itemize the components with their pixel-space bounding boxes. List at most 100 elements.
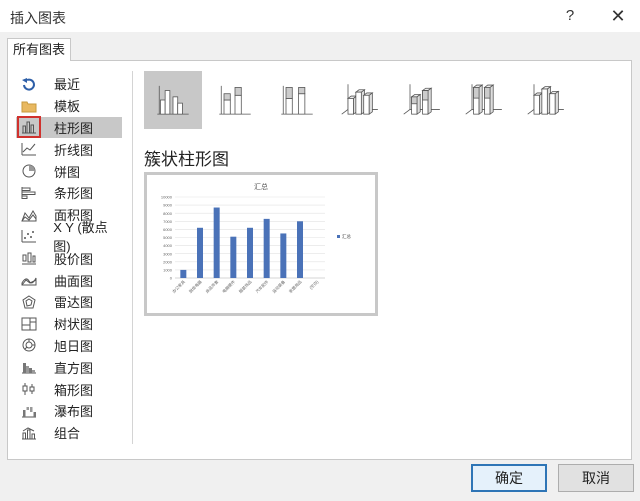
sidebar-item-label: 箱形图: [54, 382, 94, 398]
chart-bar: [280, 233, 287, 278]
sidebar-item-treemap-chart[interactable]: 树状图: [16, 313, 122, 335]
y-tick-label: 10000: [161, 195, 173, 200]
sidebar-item-scatter-chart[interactable]: X Y (散点图): [16, 220, 122, 254]
treemap-chart-icon: [20, 316, 38, 332]
y-tick-label: 3000: [163, 251, 173, 256]
sidebar-item-label: 树状图: [54, 317, 94, 333]
legend-swatch: [337, 235, 340, 238]
ok-button[interactable]: 确定: [471, 464, 547, 492]
clustered-column-icon[interactable]: [144, 71, 202, 129]
sidebar-item-label: 条形图: [54, 186, 94, 202]
box-whisker-chart-icon: [20, 381, 38, 397]
sidebar-item-column-chart[interactable]: 柱形图: [16, 116, 122, 139]
surface-chart-icon: [20, 272, 38, 288]
sidebar-item-label: 瀑布图: [54, 404, 94, 420]
folder-icon: [20, 98, 38, 114]
tab-all-charts[interactable]: 所有图表: [7, 38, 71, 61]
title-bar: 插入图表 ? ✕: [0, 0, 640, 32]
sidebar-item-label: 雷达图: [54, 295, 94, 311]
sunburst-chart-icon: [20, 337, 38, 353]
stacked-column-icon[interactable]: [206, 71, 264, 129]
x-tick-label: (空白): [308, 278, 320, 290]
y-tick-label: 2000: [163, 259, 173, 264]
3d-column-icon[interactable]: [516, 71, 574, 129]
chart-bar: [247, 227, 253, 278]
stock-chart-icon: [20, 250, 38, 266]
sidebar-item-box-whisker-chart[interactable]: 箱形图: [16, 378, 122, 400]
chart-type-list: 最近 模板 柱形图 折线图 饼图 条形图 面积图 X Y (散点图) 股价图 曲面图 雷达图 树状图旭…: [16, 73, 122, 444]
x-tick-label: 床品件套: [204, 278, 220, 294]
sidebar-item-histogram-chart[interactable]: 直方图: [16, 356, 122, 378]
scatter-chart-icon: [20, 228, 37, 244]
sidebar-item-label: 旭日图: [54, 338, 94, 354]
bar-chart-icon: [20, 185, 38, 201]
x-tick-label: 电脑硬件: [220, 278, 236, 294]
sidebar-item-combo-chart[interactable]: 组合: [16, 422, 122, 444]
sidebar-item-label: 最近: [54, 77, 81, 93]
y-tick-label: 9000: [163, 203, 173, 208]
y-tick-label: 6000: [163, 227, 173, 232]
sidebar-item-pie-chart[interactable]: 饼图: [16, 160, 122, 182]
y-tick-label: 7000: [163, 219, 173, 224]
x-tick-label: 汽车配件: [254, 278, 270, 294]
histogram-chart-icon: [20, 359, 38, 375]
sidebar-item-label: 股价图: [54, 251, 94, 267]
sidebar-item-label: 组合: [54, 426, 81, 442]
combo-chart-icon: [20, 425, 38, 441]
chart-bar: [263, 218, 270, 278]
sidebar-item-sunburst-chart[interactable]: 旭日图: [16, 335, 122, 357]
chart-bar: [230, 236, 237, 278]
100-stacked-column-icon[interactable]: [268, 71, 326, 129]
area-chart-icon: [20, 207, 38, 223]
recent-icon: [20, 76, 38, 92]
sidebar-item-line-chart[interactable]: 折线图: [16, 138, 122, 160]
line-chart-icon: [20, 141, 38, 157]
legend-label: 汇总: [342, 233, 351, 240]
chart-title: 汇总: [254, 182, 268, 191]
3d-100-stacked-column-icon[interactable]: [454, 71, 512, 129]
y-tick-label: 0: [170, 276, 173, 281]
waterfall-chart-icon: [20, 403, 38, 419]
cancel-button[interactable]: 取消: [558, 464, 634, 492]
close-button[interactable]: ✕: [604, 4, 632, 28]
chart-panel: 最近 模板 柱形图 折线图 饼图 条形图 面积图 X Y (散点图) 股价图 曲面图 雷达图 树状图旭…: [7, 60, 632, 460]
sidebar-item-label: 模板: [54, 99, 81, 115]
x-tick-label: 服装饰品: [237, 278, 253, 294]
help-button[interactable]: ?: [556, 4, 584, 28]
sidebar-item-label: 曲面图: [54, 273, 94, 289]
sidebar-item-stock-chart[interactable]: 股价图: [16, 247, 122, 269]
chart-bar: [197, 227, 203, 278]
radar-chart-icon: [20, 294, 38, 310]
sidebar-item-label: 柱形图: [54, 120, 94, 136]
sidebar-item-label: 直方图: [54, 360, 94, 376]
x-tick-label: 家居用品: [287, 278, 303, 294]
y-tick-label: 8000: [163, 211, 173, 216]
chart-preview-svg: 汇总 0 1000 2000 3000 4000 5000 6000 7000 8000 9000 1…: [161, 182, 352, 294]
3d-stacked-column-icon[interactable]: [392, 71, 450, 129]
y-tick-label: 1000: [163, 268, 173, 273]
chart-bar: [180, 269, 187, 278]
chart-bar: [213, 207, 220, 278]
x-tick-label: 办公家具: [170, 278, 186, 294]
chart-subtype-row: [144, 71, 574, 131]
column-chart-icon: [17, 116, 41, 139]
x-tick-label: 运动装备: [270, 278, 286, 294]
sidebar-item-waterfall-chart[interactable]: 瀑布图: [16, 400, 122, 422]
y-tick-label: 4000: [163, 243, 173, 248]
pie-chart-icon: [20, 163, 38, 179]
y-tick-label: 5000: [163, 235, 173, 240]
sidebar-item-folder[interactable]: 模板: [16, 95, 122, 117]
sidebar-item-recent[interactable]: 最近: [16, 73, 122, 95]
sidebar-item-radar-chart[interactable]: 雷达图: [16, 291, 122, 313]
sidebar-item-label: 饼图: [54, 164, 81, 180]
divider: [132, 71, 133, 444]
x-tick-label: 厨房电器: [187, 278, 203, 294]
sidebar-item-bar-chart[interactable]: 条形图: [16, 182, 122, 204]
sidebar-item-surface-chart[interactable]: 曲面图: [16, 269, 122, 291]
subtype-title: 簇状柱形图: [144, 150, 229, 169]
window-title: 插入图表: [10, 10, 66, 26]
chart-preview[interactable]: 汇总 0 1000 2000 3000 4000 5000 6000 7000 8000 9000 1…: [144, 172, 378, 316]
chart-bar: [297, 221, 303, 278]
sidebar-item-label: 折线图: [54, 142, 94, 158]
3d-clustered-column-icon[interactable]: [330, 71, 388, 129]
